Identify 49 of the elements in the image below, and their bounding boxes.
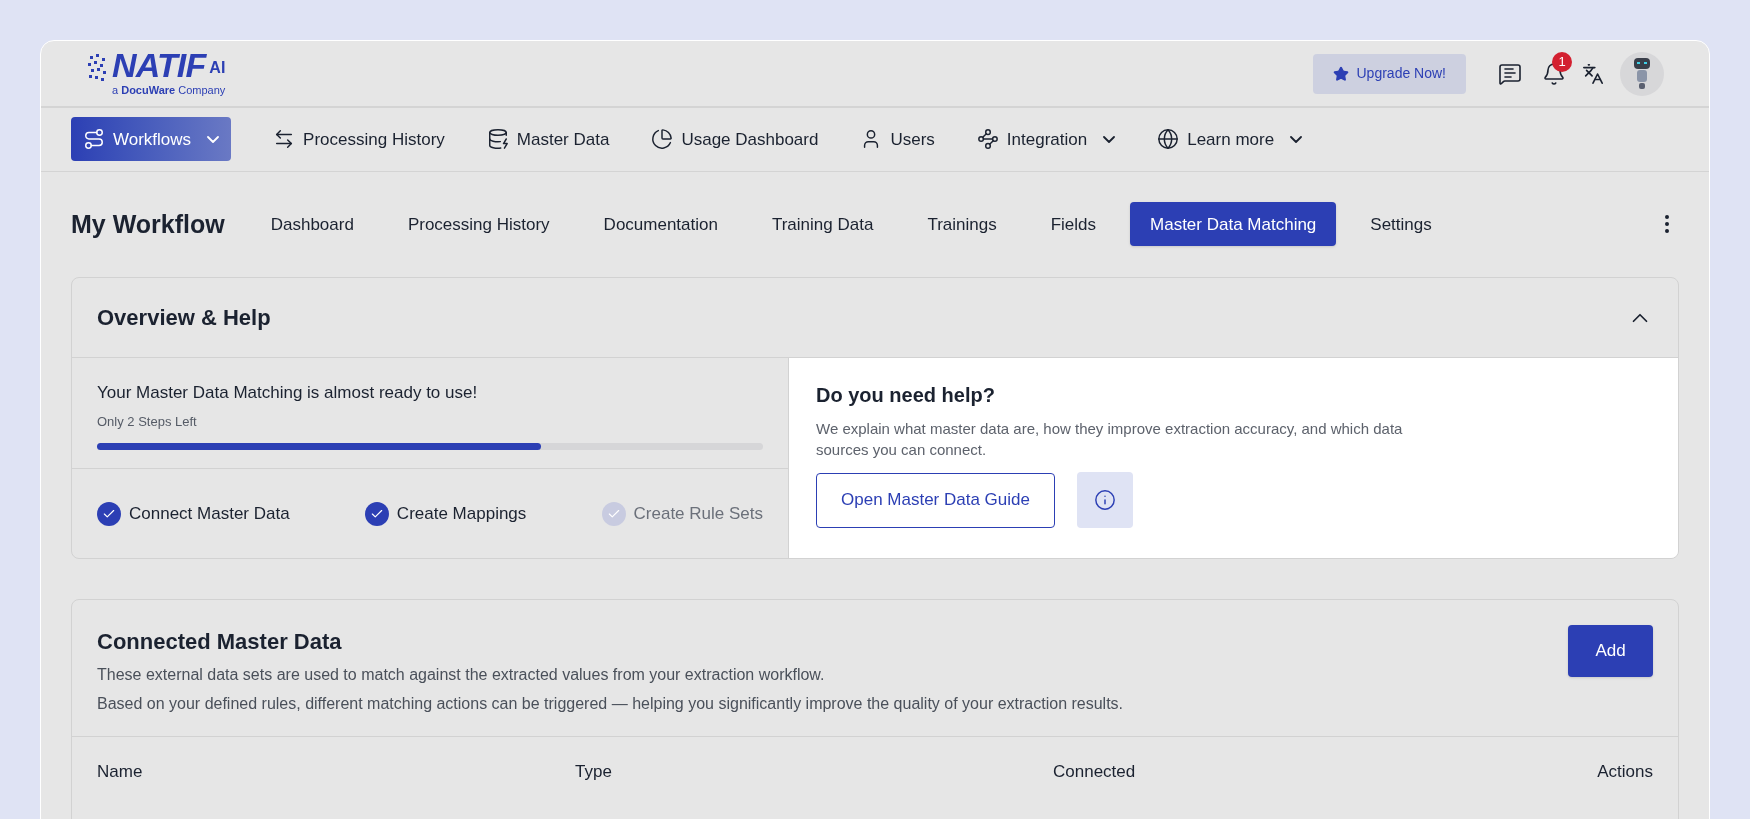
pie-chart-icon — [651, 128, 674, 151]
dots-icon — [86, 52, 108, 83]
column-header: Type — [575, 761, 613, 783]
tab[interactable]: Documentation — [583, 202, 738, 247]
translate-icon[interactable] — [1582, 62, 1604, 85]
column-header: Actions — [1597, 761, 1653, 783]
column-header: Connected — [1053, 761, 1137, 783]
step-label: Connect Master Data — [129, 502, 290, 525]
nodes-icon — [976, 128, 999, 151]
avatar[interactable] — [1620, 51, 1664, 96]
notification-badge: 1 — [1552, 51, 1572, 72]
nav-item[interactable]: Master Data — [486, 117, 610, 162]
help-description: We explain what master data are, how they improve extraction accuracy, and which data sources you can connect. — [816, 419, 1404, 460]
info-icon — [1094, 489, 1116, 511]
route-icon — [83, 128, 105, 151]
nav-item[interactable]: Users — [860, 117, 935, 162]
nav-item[interactable]: Learn more — [1157, 117, 1303, 162]
card-description: These external data sets are used to match against the extracted values from your extraction workflow. — [97, 665, 826, 685]
star-icon — [1332, 65, 1349, 82]
tab[interactable]: Trainings — [907, 202, 1017, 247]
nav-item[interactable]: Processing History — [273, 117, 445, 162]
globe-icon — [1157, 128, 1180, 151]
logo: NATIFAI a DocuWare Company — [86, 48, 226, 99]
upgrade-button[interactable]: Upgrade Now! — [1312, 53, 1466, 94]
progress-title: Your Master Data Matching is almost ready to use! — [97, 382, 479, 404]
progress-subtitle: Only 2 Steps Left — [97, 412, 198, 431]
robot-icon — [1631, 56, 1653, 91]
step-label: Create Rule Sets — [633, 502, 763, 525]
guide-button[interactable]: Open Master Data Guide — [816, 472, 1055, 528]
help-title: Do you need help? — [816, 383, 996, 408]
workflow-title: My Workflow — [71, 208, 225, 240]
card-description: Based on your defined rules, different matching actions can be triggered — helping you significantly improve the quality of your extraction results. — [97, 694, 1124, 714]
add-button[interactable]: Add — [1568, 625, 1653, 677]
tab[interactable]: Fields — [1030, 202, 1117, 247]
card-title: Connected Master Data — [97, 628, 343, 656]
chat-icon[interactable] — [1498, 61, 1522, 86]
tab[interactable]: Training Data — [751, 202, 894, 247]
tab[interactable]: Settings — [1350, 202, 1452, 247]
column-header: Name — [97, 761, 144, 783]
info-button[interactable] — [1077, 472, 1133, 528]
step-label: Create Mappings — [396, 502, 527, 525]
tab[interactable]: Dashboard — [250, 202, 374, 247]
database-icon — [486, 128, 509, 151]
nav-item[interactable]: Usage Dashboard — [651, 117, 819, 162]
card-title: Overview & Help — [97, 304, 271, 332]
tab[interactable]: Processing History — [387, 202, 570, 247]
nav-item[interactable]: Workflows — [71, 117, 232, 162]
nav-item[interactable]: Integration — [976, 117, 1116, 162]
tab[interactable]: Master Data Matching — [1130, 202, 1337, 247]
